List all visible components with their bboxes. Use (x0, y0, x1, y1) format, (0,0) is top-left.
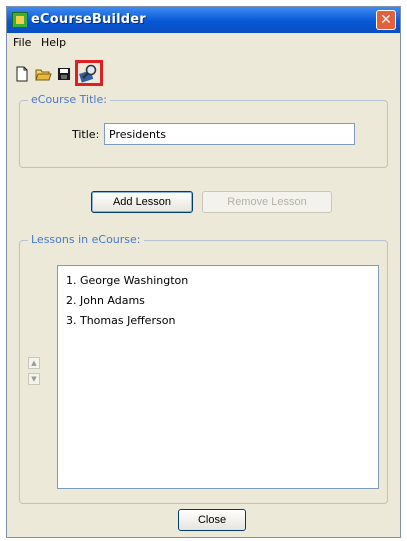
course-title-group: eCourse Title: Title: (19, 93, 388, 168)
menu-help[interactable]: Help (41, 36, 66, 49)
lessons-list[interactable]: 1. George Washington 2. John Adams 3. Th… (57, 265, 379, 489)
open-folder-icon[interactable] (34, 65, 52, 83)
close-button[interactable]: Close (178, 509, 246, 531)
lessons-legend: Lessons in eCourse: (28, 233, 144, 246)
lesson-item-3[interactable]: 3. Thomas Jefferson (66, 314, 175, 327)
remove-lesson-button[interactable]: Remove Lesson (202, 191, 332, 213)
lessons-group: Lessons in eCourse: ▲ ▼ 1. George Washin… (19, 233, 388, 504)
add-lesson-button[interactable]: Add Lesson (91, 191, 193, 213)
window-title: eCourseBuilder (31, 12, 146, 27)
menu-file[interactable]: File (13, 36, 31, 49)
course-title-legend: eCourse Title: (28, 93, 110, 106)
app-icon (12, 12, 28, 28)
new-document-icon[interactable] (13, 65, 31, 83)
app-window: eCourseBuilder ✕ File Help eCourse Title… (6, 6, 401, 538)
title-input[interactable] (104, 123, 355, 145)
preview-magnifier-icon[interactable] (75, 60, 103, 86)
toolbar (7, 57, 400, 89)
window-close-button[interactable]: ✕ (376, 10, 396, 30)
menu-bar: File Help (7, 34, 400, 52)
move-down-button[interactable]: ▼ (28, 373, 40, 385)
title-bar[interactable]: eCourseBuilder ✕ (7, 7, 400, 33)
lesson-item-1[interactable]: 1. George Washington (66, 274, 188, 287)
title-label: Title: (72, 128, 100, 141)
save-icon[interactable] (55, 65, 73, 83)
lesson-item-2[interactable]: 2. John Adams (66, 294, 145, 307)
move-up-button[interactable]: ▲ (28, 357, 40, 369)
